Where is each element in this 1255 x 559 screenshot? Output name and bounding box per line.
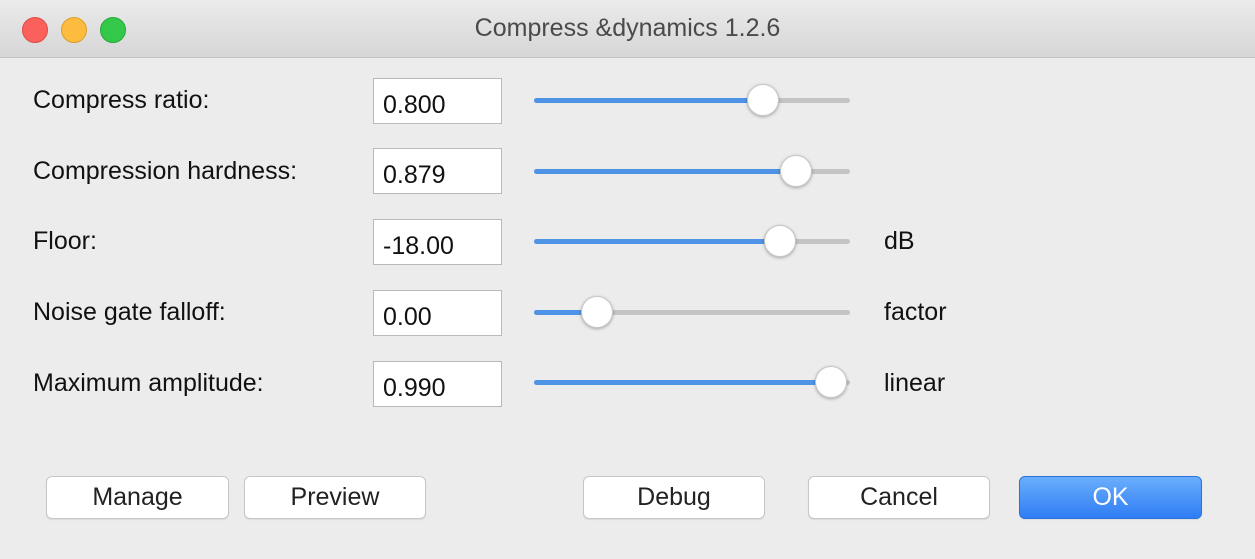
maximum-amplitude-unit-label: linear <box>884 369 946 397</box>
compression-hardness-input[interactable]: 0.879 <box>373 148 502 194</box>
ok-button[interactable]: OK <box>1019 476 1202 519</box>
title-bar: Compress &dynamics 1.2.6 <box>0 0 1255 58</box>
maximum-amplitude-input[interactable]: 0.990 <box>373 361 502 407</box>
floor-unit-label: dB <box>884 227 915 255</box>
slider-fill <box>534 98 764 103</box>
maximum-amplitude-slider[interactable] <box>534 364 850 400</box>
slider-thumb[interactable] <box>764 225 797 257</box>
floor-input[interactable]: -18.00 <box>373 219 502 265</box>
cancel-button[interactable]: Cancel <box>808 476 990 519</box>
compress-ratio-label: Compress ratio: <box>33 86 210 114</box>
slider-thumb[interactable] <box>780 155 813 187</box>
floor-slider[interactable] <box>534 223 850 259</box>
window-title: Compress &dynamics 1.2.6 <box>474 14 781 42</box>
compress-ratio-input[interactable]: 0.800 <box>373 78 502 124</box>
preview-button[interactable]: Preview <box>244 476 426 519</box>
debug-button[interactable]: Debug <box>583 476 765 519</box>
compression-hardness-label: Compression hardness: <box>33 157 298 185</box>
slider-fill <box>534 239 781 244</box>
slider-fill <box>534 169 797 174</box>
compress-ratio-slider[interactable] <box>534 82 850 118</box>
noise-gate-falloff-slider[interactable] <box>534 294 850 330</box>
manage-button[interactable]: Manage <box>46 476 229 519</box>
floor-label: Floor: <box>33 227 97 255</box>
slider-thumb[interactable] <box>815 366 848 398</box>
maximum-amplitude-label: Maximum amplitude: <box>33 369 264 397</box>
dialog-window: Compress &dynamics 1.2.6 Compress ratio:… <box>0 0 1255 559</box>
slider-fill <box>534 380 832 385</box>
noise-gate-falloff-input[interactable]: 0.00 <box>373 290 502 336</box>
noise-gate-falloff-label: Noise gate falloff: <box>33 298 226 326</box>
compression-hardness-slider[interactable] <box>534 153 850 189</box>
noise-gate-falloff-unit-label: factor <box>884 298 947 326</box>
slider-thumb[interactable] <box>747 84 780 116</box>
slider-thumb[interactable] <box>581 296 614 328</box>
